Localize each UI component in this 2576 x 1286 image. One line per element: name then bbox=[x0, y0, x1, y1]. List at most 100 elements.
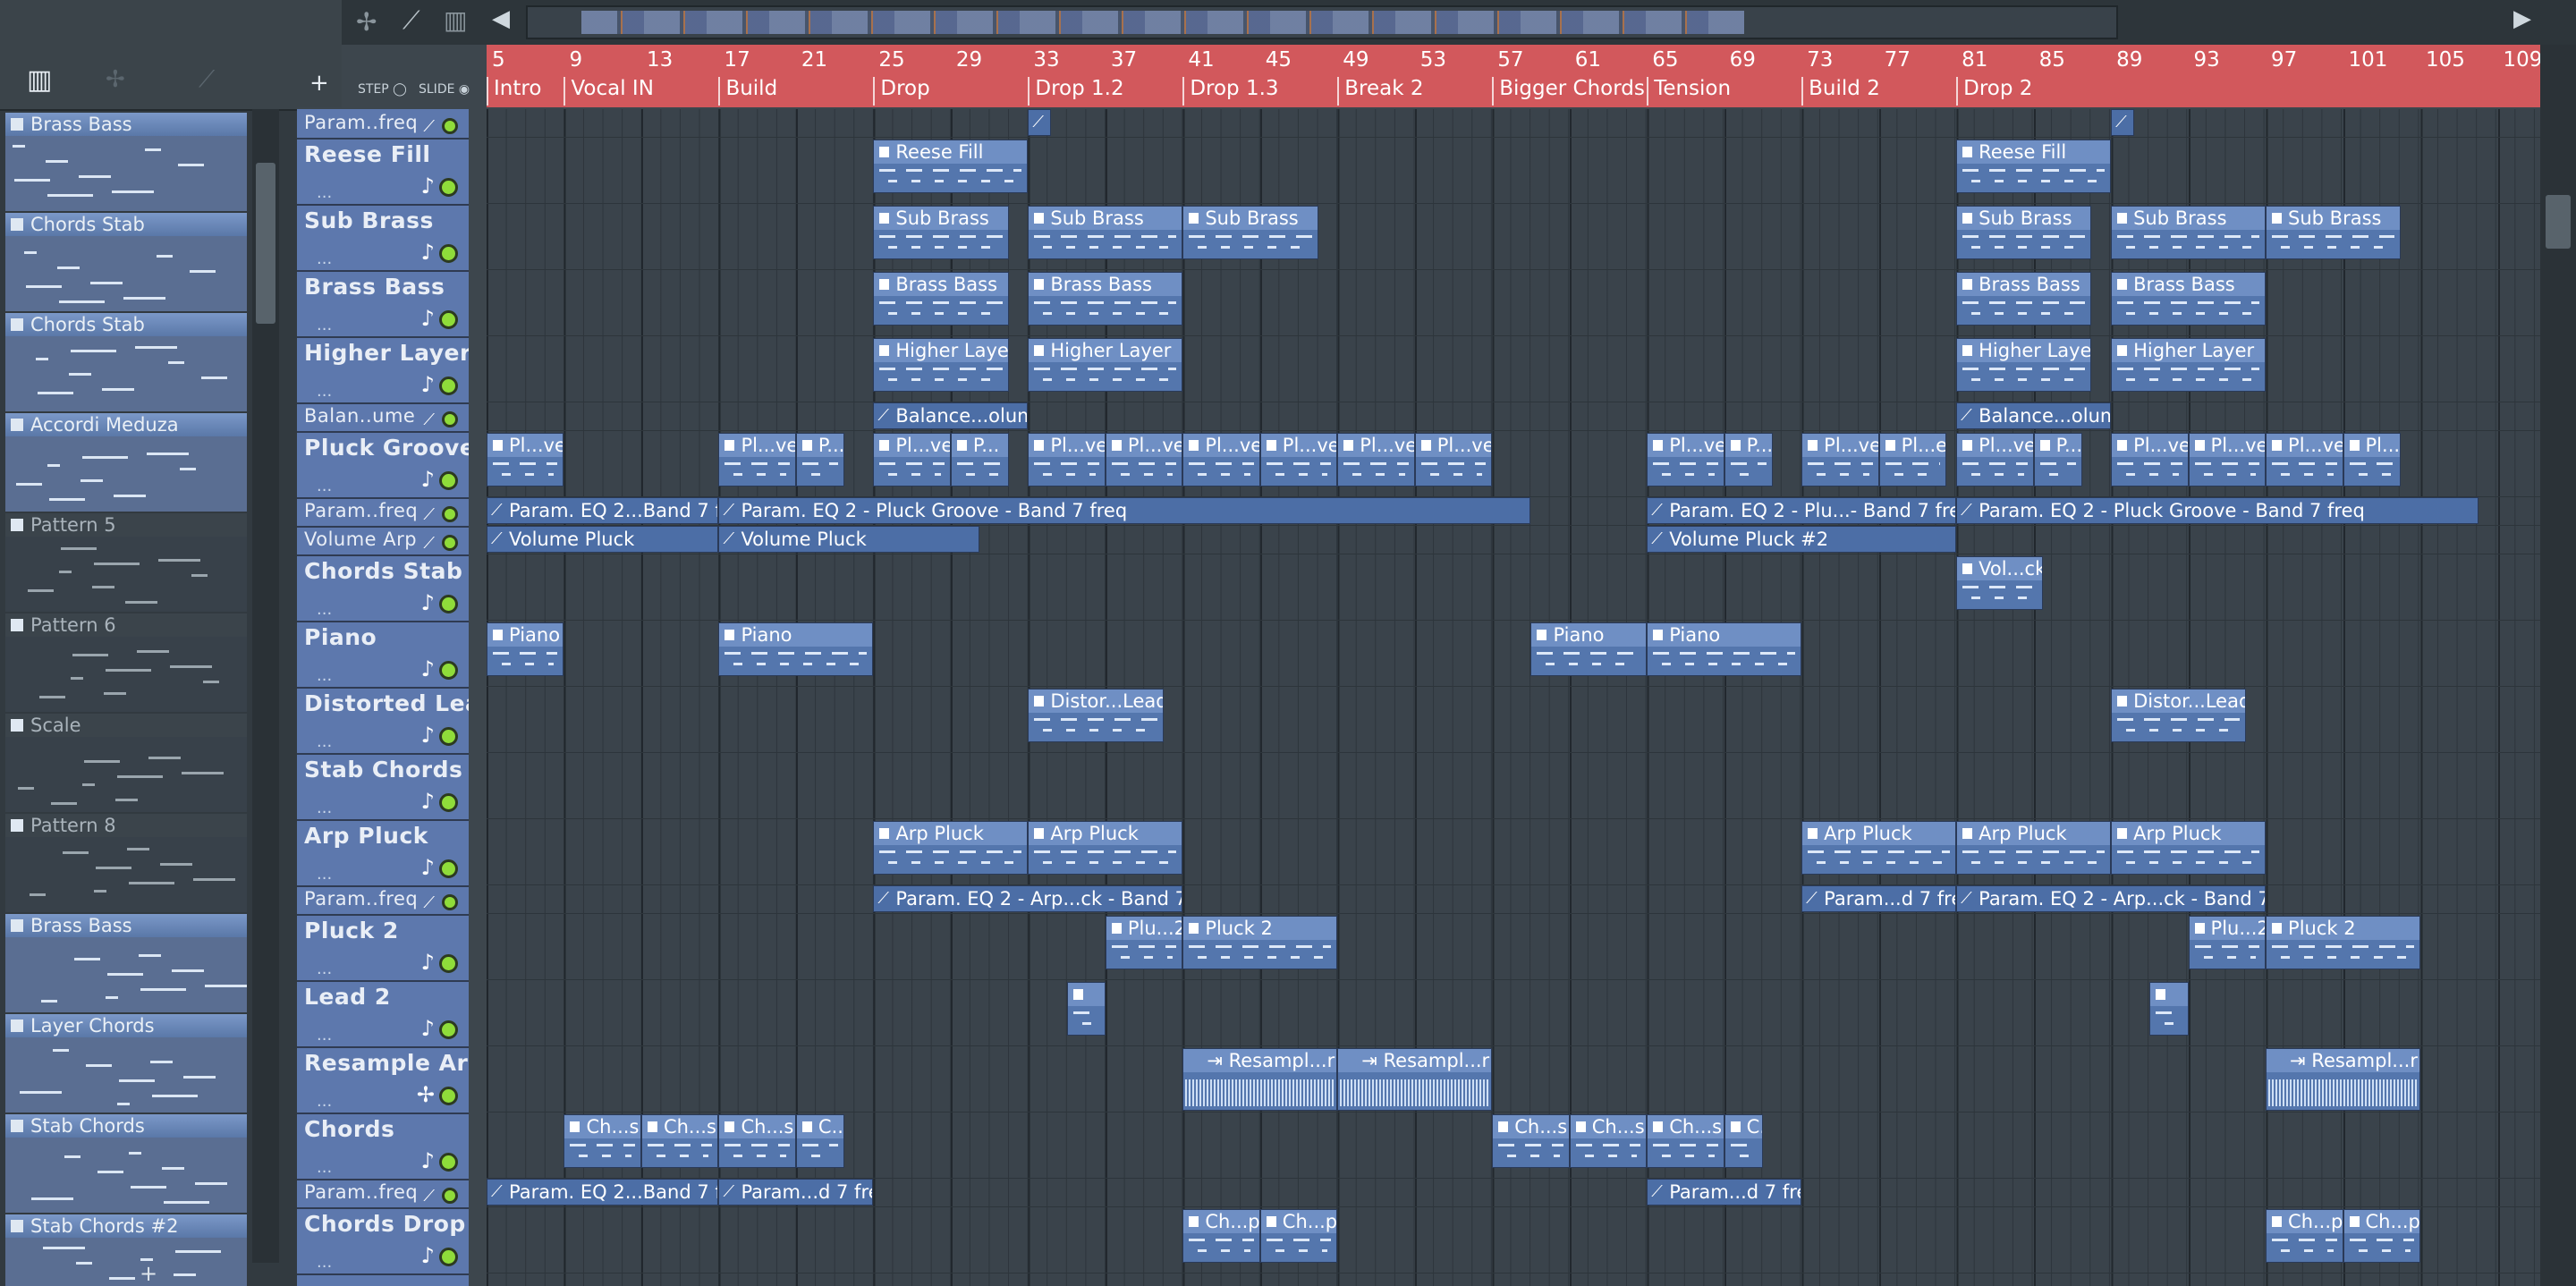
timeline-marker[interactable]: Build bbox=[718, 77, 873, 106]
pattern-clip[interactable]: Arp Pluck bbox=[873, 821, 1029, 875]
automation-clip[interactable]: Param. EQ 2...Band 7 freq bbox=[487, 1179, 719, 1206]
browser-scrollbar[interactable] bbox=[252, 109, 279, 1263]
pattern-clip[interactable] bbox=[2149, 982, 2189, 1036]
pattern-list-item[interactable]: Brass Bass bbox=[5, 914, 247, 1014]
pattern-list-item[interactable]: Accordi Meduza bbox=[5, 413, 247, 513]
track-header[interactable]: Sub Brass... ♪ bbox=[297, 204, 469, 272]
scroll-left-icon[interactable]: ◀ bbox=[492, 5, 510, 32]
automation-clip[interactable]: Param. EQ 2 - Plu...- Band 7 freq #2 bbox=[1647, 497, 1957, 524]
timeline-marker[interactable]: Build 2 bbox=[1801, 77, 1956, 106]
pattern-clip[interactable]: Sub Brass bbox=[873, 206, 1009, 259]
track-enable-led[interactable] bbox=[439, 793, 458, 812]
pattern-clip[interactable]: Piano bbox=[1647, 622, 1802, 676]
pattern-clip[interactable]: Brass Bass bbox=[1028, 272, 1183, 326]
pattern-clip[interactable]: Pl...ve bbox=[2266, 433, 2343, 486]
track-enable-led[interactable] bbox=[439, 859, 458, 878]
timeline-marker[interactable]: Drop 1.3 bbox=[1182, 77, 1337, 106]
pattern-list-item[interactable]: Pattern 8 bbox=[5, 814, 247, 914]
pattern-clip[interactable]: C... bbox=[795, 1114, 844, 1168]
pattern-clip[interactable]: Arp Pluck bbox=[1956, 821, 2112, 875]
automation-clip[interactable]: Param. EQ 2...Band 7 freq bbox=[487, 497, 719, 524]
pattern-clip[interactable]: Arp Pluck bbox=[2111, 821, 2267, 875]
pattern-clip[interactable]: Plu...2 bbox=[2188, 916, 2267, 969]
track-header[interactable]: Brass Bass... ♪ bbox=[297, 270, 469, 338]
pattern-list-item[interactable]: Pattern 6 bbox=[5, 613, 247, 714]
pattern-clip[interactable]: Pl...ve bbox=[873, 433, 951, 486]
pattern-clip[interactable]: Ch...p bbox=[1182, 1209, 1260, 1263]
pattern-list-item[interactable]: Chords Stab bbox=[5, 213, 247, 313]
step-toggle[interactable]: STEP ◯ bbox=[358, 82, 407, 97]
pattern-view-icon[interactable]: ▥ bbox=[27, 64, 52, 96]
track-header[interactable]: Resample Arp Dr..... ✢ bbox=[297, 1046, 469, 1114]
track-enable-led[interactable] bbox=[439, 1153, 458, 1172]
pattern-clip[interactable]: Pl...ve bbox=[1801, 433, 1879, 486]
pattern-clip[interactable]: Sub Brass bbox=[1182, 206, 1318, 259]
pattern-clip[interactable]: Pl...e bbox=[1878, 433, 1947, 486]
track-header[interactable]: Stab Chords... ♪ bbox=[297, 753, 469, 821]
track-header[interactable]: Pluck 2... ♪ bbox=[297, 914, 469, 982]
pattern-clip[interactable]: Sub Brass bbox=[1028, 206, 1183, 259]
track-enable-led[interactable] bbox=[442, 411, 458, 427]
pattern-clip[interactable]: Arp Pluck bbox=[1801, 821, 1957, 875]
pattern-clip[interactable]: Pl...ve bbox=[718, 433, 796, 486]
pattern-list-item[interactable]: Scale bbox=[5, 714, 247, 814]
pattern-clip[interactable]: Ch...s bbox=[1569, 1114, 1648, 1168]
pattern-clip[interactable]: Higher Layer bbox=[2111, 338, 2267, 392]
timeline-marker[interactable]: Tension bbox=[1647, 77, 1801, 106]
timeline-marker[interactable]: Drop 1.2 bbox=[1028, 77, 1182, 106]
track-enable-led[interactable] bbox=[439, 471, 458, 490]
track-header[interactable]: Param..freq ⟋ bbox=[297, 1179, 469, 1209]
timeline-marker[interactable]: Vocal IN bbox=[564, 77, 718, 106]
playlist-grid[interactable]: Reese Fill Reese Fill Sub Brass Sub Brass Su… bbox=[487, 109, 2540, 1286]
track-header[interactable]: Balan..ume ⟋ bbox=[297, 402, 469, 433]
automation-clip[interactable]: Param...d 7 freq bbox=[1801, 885, 1957, 912]
pattern-clip[interactable]: Plu...2 bbox=[1105, 916, 1183, 969]
track-header[interactable]: Higher Layer... ♪ bbox=[297, 336, 469, 404]
automation-clip[interactable]: Balance...olume bbox=[873, 402, 1029, 429]
track-header[interactable]: Reese Fill... ♪ bbox=[297, 138, 469, 206]
audio-view-icon[interactable]: ✢ bbox=[106, 66, 125, 93]
pattern-clip[interactable]: Pl...ve bbox=[1182, 433, 1260, 486]
automation-clip[interactable]: Param. EQ 2 - Arp...ck - Band 7 freq bbox=[873, 885, 1183, 912]
pattern-clip[interactable]: Pl...ve bbox=[1956, 433, 2034, 486]
pattern-clip[interactable]: Reese Fill bbox=[1956, 140, 2112, 193]
timeline-marker[interactable]: Drop 2 bbox=[1956, 77, 2131, 106]
track-header[interactable]: Param..freq ⟋ bbox=[297, 497, 469, 528]
pattern-clip[interactable]: Pluck 2 bbox=[1182, 916, 1338, 969]
track-header[interactable]: Piano... ♪ bbox=[297, 621, 469, 689]
pattern-list-item[interactable]: Chords Stab bbox=[5, 313, 247, 413]
automation-clip[interactable] bbox=[1028, 109, 1052, 136]
add-pattern-button[interactable]: + bbox=[0, 1261, 297, 1286]
track-header[interactable]: Arp Pluck... ♪ bbox=[297, 819, 469, 887]
audio-clip[interactable]: ⇥ Resampl...rp #2 bbox=[2266, 1048, 2420, 1111]
track-enable-led[interactable] bbox=[439, 178, 458, 197]
pattern-clip[interactable]: Piano bbox=[487, 622, 564, 676]
automation-clip[interactable]: Balance...olume bbox=[1956, 402, 2112, 429]
pattern-clip[interactable]: Sub Brass bbox=[2266, 206, 2402, 259]
pattern-clip[interactable]: P... bbox=[795, 433, 844, 486]
pattern-clip[interactable]: Arp Pluck bbox=[1028, 821, 1183, 875]
pattern-clip[interactable]: Pl...ve bbox=[2111, 433, 2189, 486]
track-enable-led[interactable] bbox=[442, 535, 458, 551]
pattern-clip[interactable]: Vol...ck bbox=[1956, 556, 2044, 610]
pattern-clip[interactable]: Ch...s bbox=[640, 1114, 719, 1168]
pattern-list-item[interactable]: Layer Chords bbox=[5, 1014, 247, 1114]
automation-clip[interactable] bbox=[2111, 109, 2135, 136]
pattern-clip[interactable]: Pl...ve bbox=[1337, 433, 1415, 486]
pattern-clip[interactable]: Ch...s bbox=[564, 1114, 641, 1168]
pattern-clip[interactable]: C... bbox=[1724, 1114, 1763, 1168]
track-enable-led[interactable] bbox=[439, 595, 458, 613]
pattern-clip[interactable] bbox=[1066, 982, 1106, 1036]
pattern-clip[interactable]: Brass Bass bbox=[2111, 272, 2267, 326]
track-header[interactable]: Pluck Groove... ♪ bbox=[297, 431, 469, 499]
track-header[interactable]: Distorted Lead... ♪ bbox=[297, 687, 469, 755]
pattern-clip[interactable]: Ch...p bbox=[2343, 1209, 2420, 1263]
automation-clip[interactable]: Param. EQ 2 - Pluck Groove - Band 7 freq bbox=[1956, 497, 2479, 524]
pattern-clip[interactable]: Pl...ve bbox=[1647, 433, 1724, 486]
slide-toggle[interactable]: SLIDE ◉ bbox=[419, 82, 470, 97]
pattern-clip[interactable]: Piano bbox=[718, 622, 874, 676]
pattern-clip[interactable]: Pl...ve bbox=[1028, 433, 1106, 486]
track-header[interactable]: Volume Arp ⟋ bbox=[297, 526, 469, 556]
pattern-clip[interactable]: Sub Brass bbox=[1956, 206, 2092, 259]
playlist-vertical-scrollbar[interactable] bbox=[2540, 45, 2576, 1286]
